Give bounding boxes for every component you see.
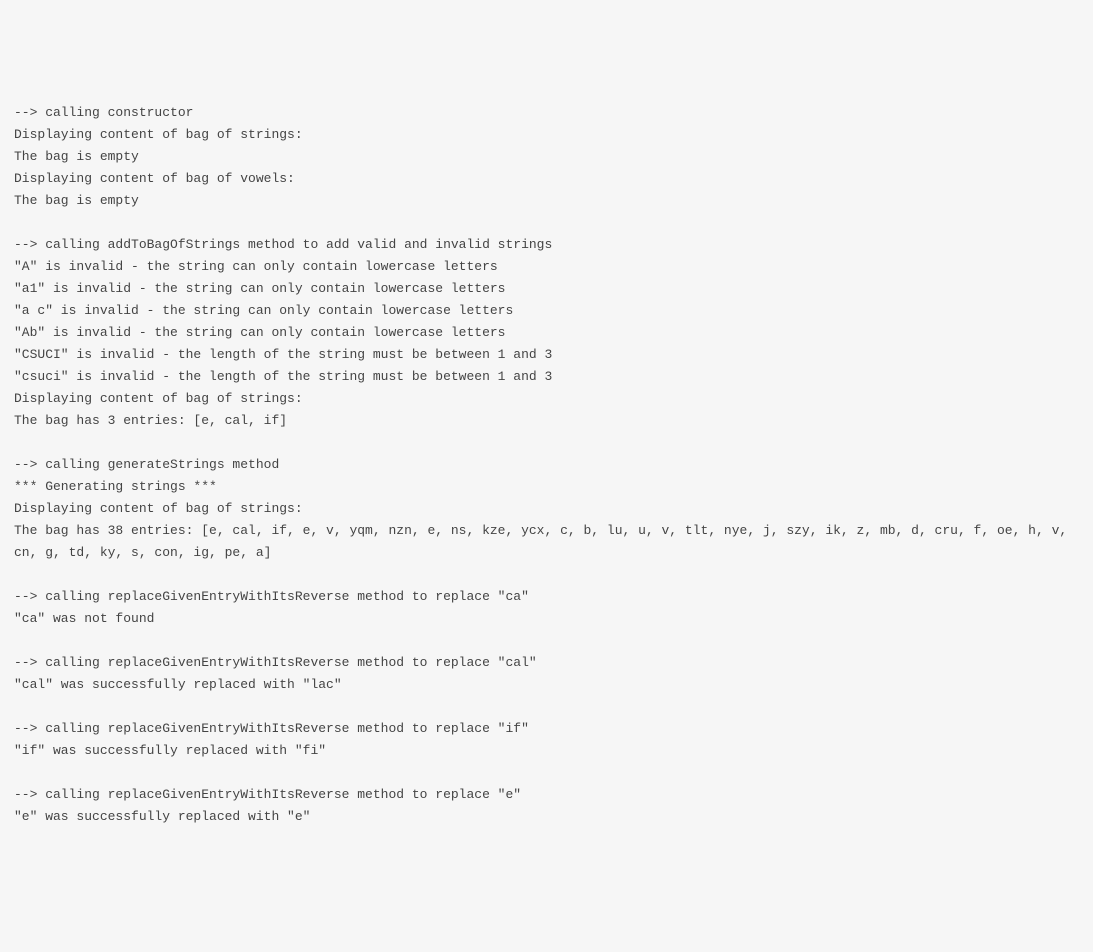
output-line	[14, 212, 1079, 234]
output-line: --> calling replaceGivenEntryWithItsReve…	[14, 784, 1079, 806]
output-line: Displaying content of bag of strings:	[14, 388, 1079, 410]
output-line	[14, 432, 1079, 454]
output-line: The bag is empty	[14, 190, 1079, 212]
output-line	[14, 564, 1079, 586]
output-line: --> calling addToBagOfStrings method to …	[14, 234, 1079, 256]
output-line: --> calling replaceGivenEntryWithItsReve…	[14, 652, 1079, 674]
output-line: "cal" was successfully replaced with "la…	[14, 674, 1079, 696]
output-line: Displaying content of bag of strings:	[14, 124, 1079, 146]
output-line: "a c" is invalid - the string can only c…	[14, 300, 1079, 322]
output-line: --> calling generateStrings method	[14, 454, 1079, 476]
output-line: "A" is invalid - the string can only con…	[14, 256, 1079, 278]
output-line	[14, 696, 1079, 718]
output-line: "csuci" is invalid - the length of the s…	[14, 366, 1079, 388]
output-line: "CSUCI" is invalid - the length of the s…	[14, 344, 1079, 366]
output-line: "a1" is invalid - the string can only co…	[14, 278, 1079, 300]
output-line: The bag has 3 entries: [e, cal, if]	[14, 410, 1079, 432]
console-output: --> calling constructorDisplaying conten…	[14, 102, 1079, 828]
output-line: --> calling replaceGivenEntryWithItsReve…	[14, 718, 1079, 740]
output-line: The bag is empty	[14, 146, 1079, 168]
output-line: --> calling replaceGivenEntryWithItsReve…	[14, 586, 1079, 608]
output-line: "if" was successfully replaced with "fi"	[14, 740, 1079, 762]
output-line: The bag has 38 entries: [e, cal, if, e, …	[14, 520, 1079, 564]
output-line: *** Generating strings ***	[14, 476, 1079, 498]
output-line: "ca" was not found	[14, 608, 1079, 630]
output-line: Displaying content of bag of vowels:	[14, 168, 1079, 190]
output-line: Displaying content of bag of strings:	[14, 498, 1079, 520]
output-line: "e" was successfully replaced with "e"	[14, 806, 1079, 828]
output-line	[14, 630, 1079, 652]
output-line	[14, 762, 1079, 784]
output-line: --> calling constructor	[14, 102, 1079, 124]
output-line: "Ab" is invalid - the string can only co…	[14, 322, 1079, 344]
